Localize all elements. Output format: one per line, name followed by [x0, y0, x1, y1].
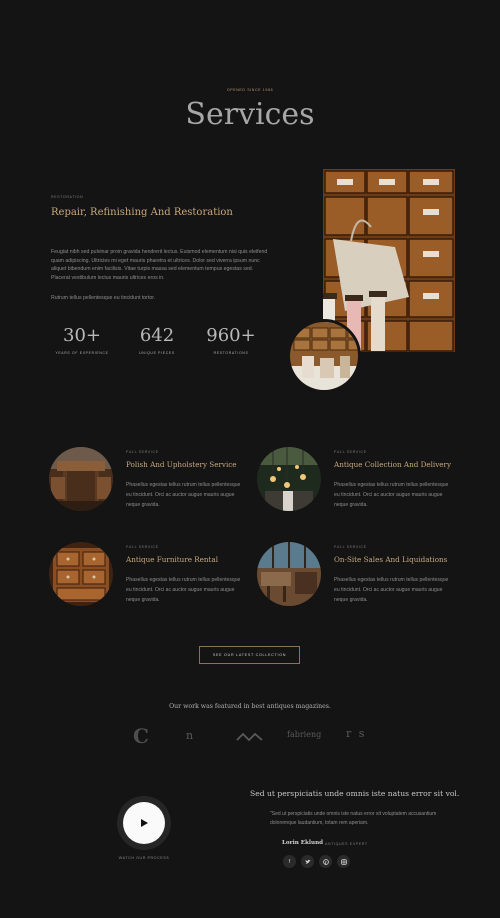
stat-restorations-label: Restorations [213, 351, 249, 355]
service-title-polish[interactable]: Polish And Upholstery Service [126, 460, 237, 469]
restoration-title: Repair, Refinishing And Restoration [51, 207, 233, 218]
pinterest-icon[interactable] [319, 855, 332, 868]
see-collection-button[interactable]: See our latest collection [199, 646, 300, 664]
restoration-paragraph-secondary: Rutrum tellus pellentesque eu tincidunt … [51, 295, 156, 301]
service-description: Phasellus egestas tellus rutrum tellus p… [334, 482, 449, 508]
service-description: Phasellus egestas tellus rutrum tellus p… [126, 577, 241, 603]
service-description: Phasellus egestas tellus rutrum tellus p… [334, 577, 449, 603]
service-title-sales[interactable]: On-Site Sales And Liquidations [334, 555, 447, 564]
service-image-sales [257, 542, 321, 606]
service-title-collection[interactable]: Antique Collection And Delivery [334, 460, 451, 469]
stat-pieces-label: Unique pieces [139, 351, 175, 355]
stat-years-value: 30+ [63, 325, 101, 346]
testimonial-quote: "Sed ut perspiciatis unde omnis iste nat… [270, 811, 437, 826]
service-title-rental[interactable]: Antique Furniture Rental [126, 555, 218, 564]
watch-process-label: Watch our process [118, 856, 170, 860]
restoration-paragraph: Feugiat nibh sed pulvinar proin gravida … [51, 249, 268, 281]
magazine-logo-n: n [186, 729, 194, 742]
hero-eyebrow: Opened since 1986 [226, 88, 274, 92]
page-title: Services [185, 97, 315, 132]
stat-years-label: Years of experience [55, 351, 109, 355]
twitter-icon[interactable] [301, 855, 314, 868]
service-tag: Full service [126, 545, 159, 549]
featured-heading: Our work was featured in best antiques m… [169, 703, 331, 710]
testimonial-heading: Sed ut perspiciatis unde omnis iste natu… [250, 789, 460, 798]
play-button-disc[interactable] [123, 802, 165, 844]
restoration-eyebrow: Restoration [51, 195, 84, 199]
service-image-polish [49, 447, 113, 511]
testimonial-role: Antiques expert [325, 842, 368, 846]
magazine-logo-c: C [133, 724, 149, 748]
restoration-thumbnail [287, 319, 361, 393]
instagram-icon[interactable] [337, 855, 350, 868]
magazine-logo-wave [236, 729, 264, 747]
service-tag: Full service [126, 450, 159, 454]
play-video-button[interactable] [117, 796, 171, 850]
magazine-logo-rs: r s [346, 727, 367, 740]
service-description: Phasellus egestas tellus rutrum tellus p… [126, 482, 241, 508]
magazine-logo-fabrieng: fabrieng [287, 730, 322, 739]
service-image-rental [49, 542, 113, 606]
play-icon [141, 819, 148, 827]
stat-pieces-value: 642 [139, 325, 175, 346]
service-tag: Full service [334, 545, 367, 549]
testimonial-author: Lorin Eklund [282, 840, 324, 846]
service-tag: Full service [334, 450, 367, 454]
service-image-collection [257, 447, 321, 511]
facebook-icon[interactable]: f [283, 855, 296, 868]
stat-restorations-value: 960+ [206, 325, 256, 346]
